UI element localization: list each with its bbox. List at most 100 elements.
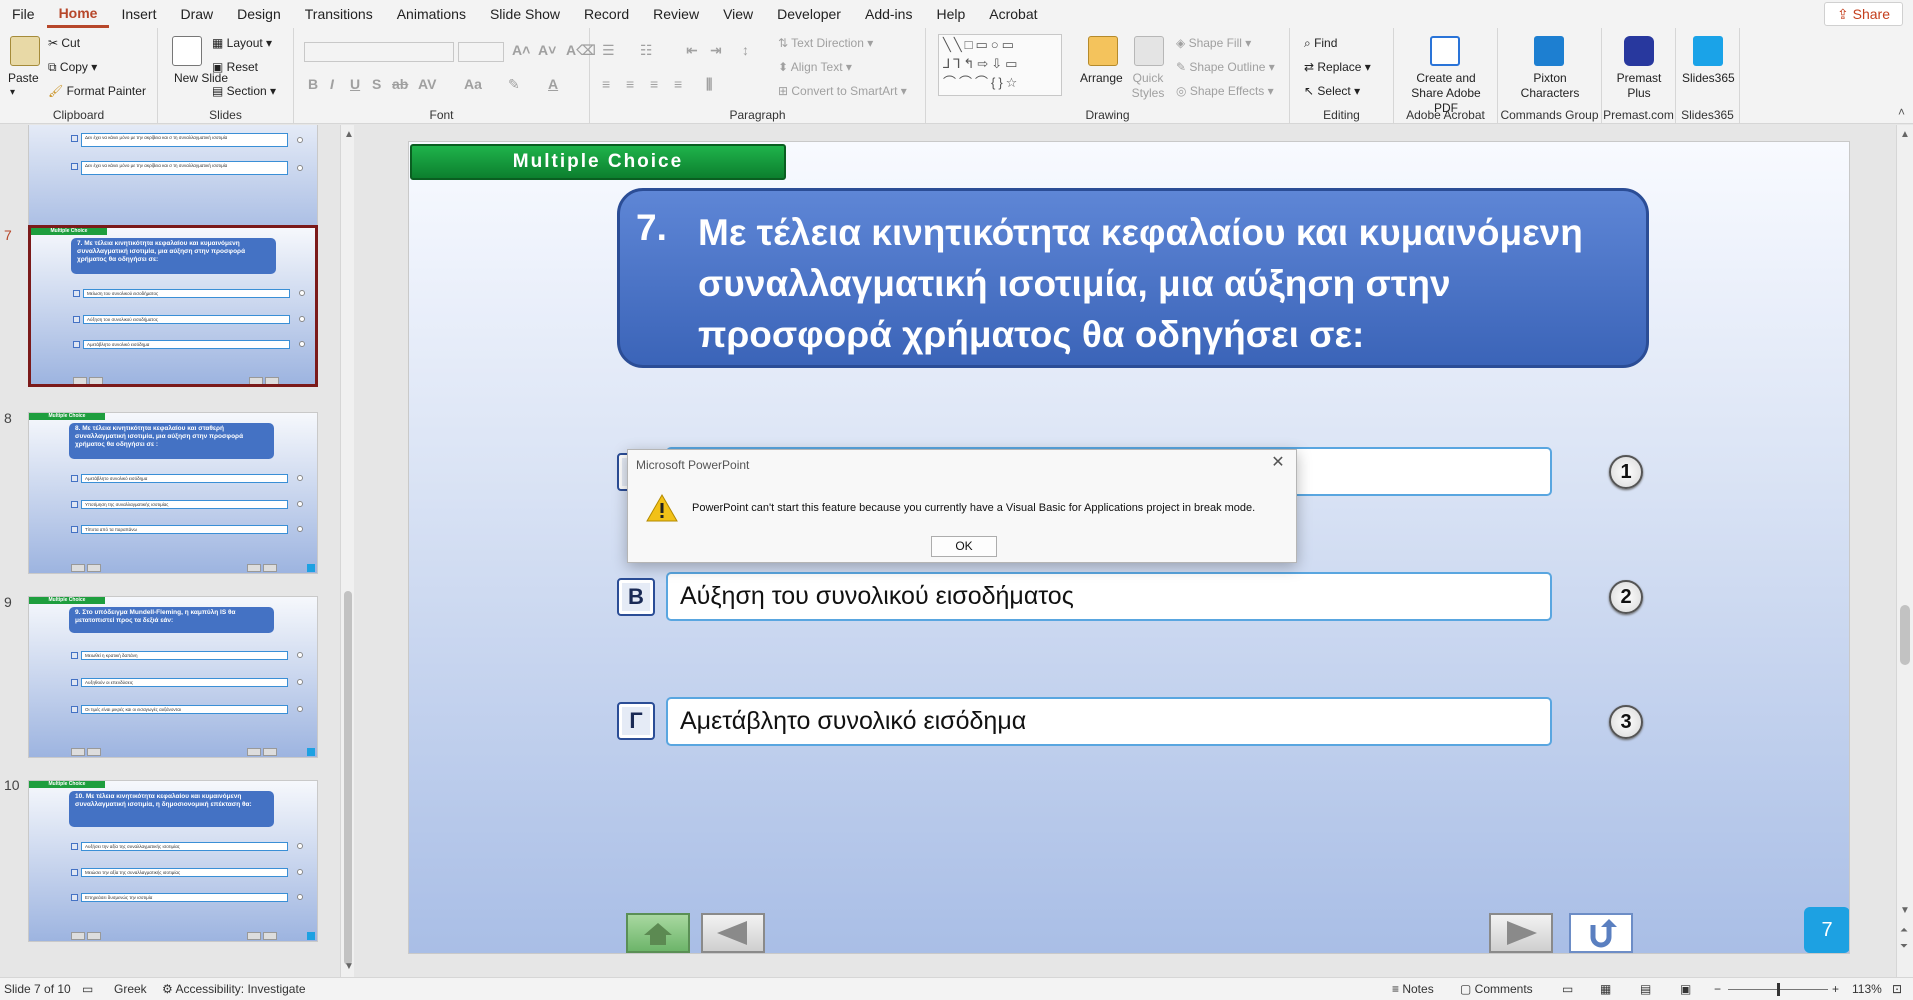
strikethrough-icon[interactable]: ab: [392, 76, 408, 92]
font-color-icon[interactable]: A: [548, 76, 558, 92]
tab-review[interactable]: Review: [641, 0, 711, 28]
reset-button[interactable]: ▣ Reset: [212, 60, 258, 74]
shadow-icon[interactable]: S: [372, 76, 381, 92]
premast-plus-button[interactable]: Premast Plus: [1612, 71, 1666, 101]
shapes-gallery[interactable]: ╲╲□▭○▭ ⅃⅂↰⇨⇩▭ ⌒⌒⌒{}☆: [938, 34, 1062, 96]
slide-thumbnail-7[interactable]: Multiple Choice 7. Με τέλεια κινητικότητ…: [28, 225, 318, 387]
tab-slide-show[interactable]: Slide Show: [478, 0, 572, 28]
reading-view-icon[interactable]: ▤: [1640, 982, 1651, 996]
thumbnails-scroll-thumb[interactable]: [344, 591, 352, 965]
find-button[interactable]: ⌕ Find: [1304, 36, 1337, 51]
home-button[interactable]: [626, 913, 690, 953]
change-case-icon[interactable]: Aa: [464, 76, 482, 92]
numbering-icon[interactable]: ☷: [640, 42, 653, 59]
tab-add-ins[interactable]: Add-ins: [853, 0, 924, 28]
scroll-down-icon[interactable]: ▼: [344, 961, 354, 972]
spelling-icon[interactable]: ▭: [82, 982, 93, 996]
highlight-icon[interactable]: ✎: [508, 76, 520, 93]
replace-button[interactable]: ⇄ Replace ▾: [1304, 60, 1371, 74]
align-left-icon[interactable]: ≡: [602, 76, 610, 92]
return-button[interactable]: [1569, 913, 1633, 953]
tab-acrobat[interactable]: Acrobat: [977, 0, 1049, 28]
accessibility-button[interactable]: ⚙ Accessibility: Investigate: [162, 982, 306, 996]
option-letter-b[interactable]: Β: [617, 578, 655, 616]
pixton-characters-button[interactable]: Pixton Characters: [1510, 71, 1590, 101]
shrink-font-icon[interactable]: A˅: [538, 42, 556, 58]
thumbnails-scrollbar[interactable]: ▲ ▼: [340, 125, 354, 977]
option-number-1[interactable]: 1: [1609, 455, 1643, 489]
share-button[interactable]: ⇪ Share: [1824, 2, 1903, 26]
close-icon[interactable]: ✕: [1268, 453, 1288, 473]
font-name-combobox[interactable]: [304, 42, 454, 62]
tab-draw[interactable]: Draw: [168, 0, 225, 28]
option-number-3[interactable]: 3: [1609, 705, 1643, 739]
normal-view-icon[interactable]: ▭: [1562, 982, 1573, 996]
editor-scrollbar[interactable]: ▲ ▼ ⏶ ⏷: [1896, 125, 1913, 977]
text-direction-button[interactable]: ⇅ Text Direction ▾: [778, 36, 873, 50]
scroll-down-icon[interactable]: ▼: [1900, 905, 1910, 916]
next-slide-button[interactable]: [1489, 913, 1553, 953]
line-spacing-icon[interactable]: ↕: [742, 42, 749, 58]
underline-icon[interactable]: U: [350, 76, 360, 92]
section-button[interactable]: ▤ Section ▾: [212, 84, 276, 98]
tab-record[interactable]: Record: [572, 0, 641, 28]
scroll-up-icon[interactable]: ▲: [344, 129, 354, 140]
select-button[interactable]: ↖ Select ▾: [1304, 84, 1360, 98]
grow-font-icon[interactable]: A˄: [512, 42, 530, 58]
tab-view[interactable]: View: [711, 0, 765, 28]
shape-effects-button[interactable]: ◎ Shape Effects ▾: [1176, 84, 1274, 98]
tab-home[interactable]: Home: [46, 0, 110, 28]
bullets-icon[interactable]: ☰: [602, 42, 615, 59]
justify-icon[interactable]: ≡: [674, 76, 682, 92]
slide-thumbnail-8[interactable]: Multiple Choice 8. Με τέλεια κινητικότητ…: [28, 412, 318, 574]
slide-sorter-icon[interactable]: ▦: [1600, 982, 1611, 996]
tab-file[interactable]: File: [0, 0, 47, 28]
format-painter-button[interactable]: 🖌 Format Painter: [48, 84, 146, 98]
option-b-box[interactable]: Αύξηση του συνολικού εισοδήματος: [666, 572, 1552, 621]
convert-smartart-button[interactable]: ⊞ Convert to SmartArt ▾: [778, 84, 907, 98]
font-size-combobox[interactable]: [458, 42, 504, 62]
zoom-out-icon[interactable]: −: [1714, 982, 1721, 996]
char-spacing-icon[interactable]: AV: [418, 76, 436, 92]
layout-button[interactable]: ▦ Layout ▾: [212, 36, 272, 50]
decrease-indent-icon[interactable]: ⇤: [686, 42, 698, 59]
slides365-button[interactable]: Slides365: [1682, 71, 1735, 85]
tab-design[interactable]: Design: [225, 0, 293, 28]
paste-button[interactable]: Paste: [8, 71, 39, 85]
option-c-box[interactable]: Αμετάβλητο συνολικό εισόδημα: [666, 697, 1552, 746]
tab-developer[interactable]: Developer: [765, 0, 853, 28]
align-center-icon[interactable]: ≡: [626, 76, 634, 92]
paste-dropdown-icon[interactable]: ▾: [10, 87, 15, 98]
slideshow-view-icon[interactable]: ▣: [1680, 982, 1691, 996]
align-text-button[interactable]: ⬍ Align Text ▾: [778, 60, 852, 74]
editor-scroll-thumb[interactable]: [1900, 605, 1910, 665]
italic-icon[interactable]: I: [330, 76, 334, 92]
shape-fill-button[interactable]: ◈ Shape Fill ▾: [1176, 36, 1251, 50]
scroll-up-icon[interactable]: ▲: [1900, 129, 1910, 140]
comments-button[interactable]: ▢ Comments: [1460, 982, 1533, 996]
previous-slide-icon[interactable]: ⏶: [1900, 925, 1908, 936]
bold-icon[interactable]: B: [308, 76, 318, 92]
shape-outline-button[interactable]: ✎ Shape Outline ▾: [1176, 60, 1275, 74]
quick-styles-button[interactable]: Quick Styles: [1130, 71, 1166, 101]
columns-icon[interactable]: ⫼: [706, 76, 712, 93]
align-right-icon[interactable]: ≡: [650, 76, 658, 92]
slide-thumbnail-9[interactable]: Multiple Choice 9. Στο υπόδειγμα Mundell…: [28, 596, 318, 758]
increase-indent-icon[interactable]: ⇥: [710, 42, 722, 59]
zoom-slider-knob[interactable]: [1777, 983, 1780, 996]
option-letter-c[interactable]: Γ: [617, 702, 655, 740]
tab-animations[interactable]: Animations: [385, 0, 478, 28]
question-box[interactable]: 7. Με τέλεια κινητικότητα κεφαλαίου και …: [617, 188, 1649, 368]
ok-button[interactable]: OK: [931, 536, 997, 557]
cut-button[interactable]: ✂ Cut: [48, 36, 80, 50]
language-indicator[interactable]: Greek: [114, 982, 147, 996]
arrange-button[interactable]: Arrange: [1080, 71, 1123, 85]
tab-insert[interactable]: Insert: [109, 0, 168, 28]
zoom-level[interactable]: 113%: [1852, 982, 1882, 996]
ribbon-collapse-icon[interactable]: ˄: [1898, 105, 1905, 119]
next-slide-icon[interactable]: ⏷: [1900, 941, 1908, 952]
option-number-2[interactable]: 2: [1609, 580, 1643, 614]
fit-to-window-icon[interactable]: ⊡: [1892, 982, 1902, 996]
previous-slide-button[interactable]: [701, 913, 765, 953]
tab-transitions[interactable]: Transitions: [293, 0, 385, 28]
